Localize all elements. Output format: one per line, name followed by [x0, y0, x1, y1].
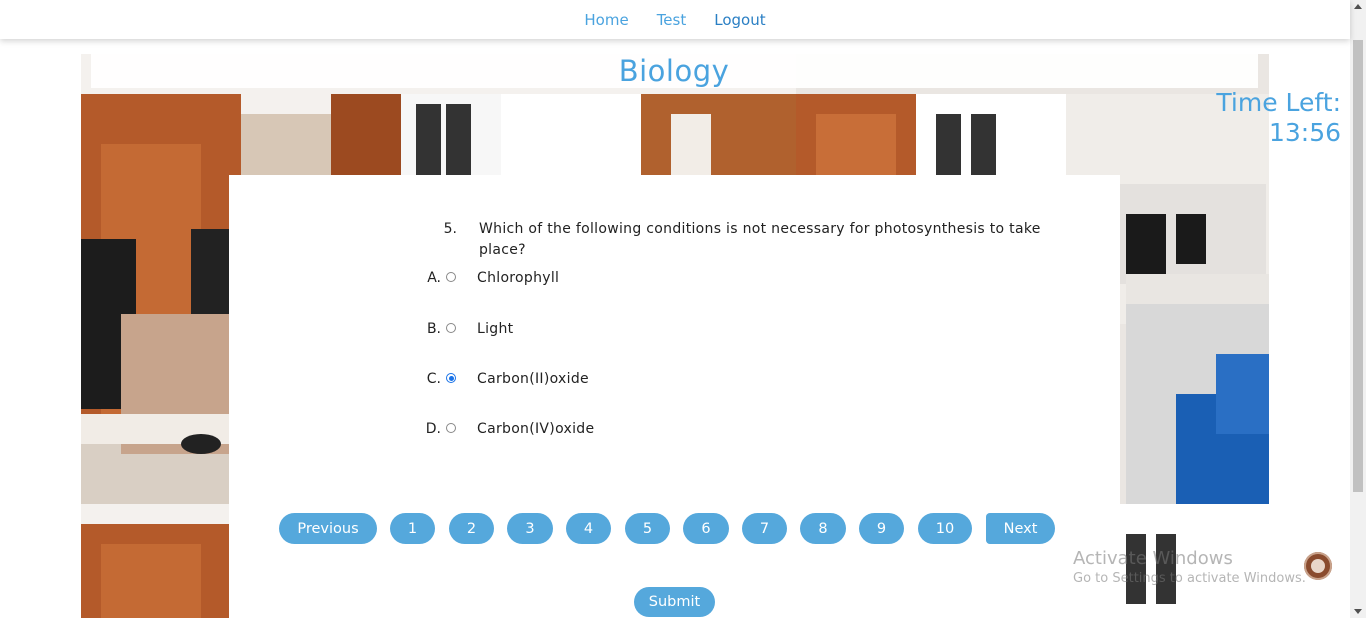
option-letter: B. — [426, 321, 441, 337]
question-panel: 5. Which of the following conditions is … — [229, 175, 1120, 618]
page-button-9[interactable]: 9 — [859, 513, 904, 544]
option-d-radio[interactable] — [446, 423, 456, 433]
option-letter: D. — [425, 421, 441, 437]
option-a-radio[interactable] — [446, 272, 456, 282]
page-button-4[interactable]: 4 — [566, 513, 611, 544]
timer-label: Time Left: — [1216, 88, 1341, 117]
page-button-1[interactable]: 1 — [390, 513, 435, 544]
scroll-up-arrow-icon[interactable] — [1354, 4, 1362, 9]
option-text: Chlorophyll — [477, 270, 560, 286]
top-nav: Home Test Logout — [0, 0, 1350, 39]
option-c[interactable]: C. Carbon(II)oxide — [409, 369, 1009, 389]
option-text: Carbon(II)oxide — [477, 371, 589, 387]
option-d[interactable]: D. Carbon(IV)oxide — [409, 419, 1009, 439]
submit-button[interactable]: Submit — [634, 587, 715, 617]
nav-logout-link[interactable]: Logout — [714, 11, 765, 29]
option-a[interactable]: A. Chlorophyll — [409, 268, 1009, 288]
option-b[interactable]: B. Light — [409, 319, 1009, 339]
page-button-5[interactable]: 5 — [625, 513, 670, 544]
subject-title: Biology — [0, 54, 1366, 88]
page-button-3[interactable]: 3 — [507, 513, 553, 544]
page-button-6[interactable]: 6 — [683, 513, 729, 544]
option-c-radio[interactable] — [446, 373, 456, 383]
subject-title-text: Biology — [618, 54, 730, 88]
question-number: 5. — [443, 221, 457, 237]
next-button[interactable]: Next — [986, 513, 1055, 544]
page-button-8[interactable]: 8 — [800, 513, 846, 544]
watermark-title: Activate Windows — [1073, 548, 1233, 569]
question-pagination: Previous 1 2 3 4 5 6 7 8 9 10 Next — [279, 513, 1105, 544]
watermark-subtitle: Go to Settings to activate Windows. — [1073, 571, 1306, 586]
scroll-down-arrow-icon[interactable] — [1354, 609, 1362, 614]
timer-value: 13:56 — [1268, 118, 1341, 147]
option-letter: C. — [426, 371, 441, 387]
scroll-thumb[interactable] — [1353, 40, 1363, 492]
option-text: Light — [477, 321, 514, 337]
option-text: Carbon(IV)oxide — [477, 421, 595, 437]
page-button-2[interactable]: 2 — [449, 513, 494, 544]
page-scrollbar[interactable] — [1350, 0, 1366, 618]
option-letter: A. — [427, 270, 441, 286]
chat-widget-icon[interactable] — [1304, 552, 1332, 580]
previous-button[interactable]: Previous — [279, 513, 377, 544]
activate-windows-watermark: Activate Windows Go to Settings to activ… — [1073, 548, 1306, 586]
nav-test-link[interactable]: Test — [657, 11, 687, 29]
page-button-7[interactable]: 7 — [742, 513, 787, 544]
question-text: Which of the following conditions is not… — [479, 221, 1041, 258]
nav-home-link[interactable]: Home — [584, 11, 628, 29]
option-b-radio[interactable] — [446, 323, 456, 333]
page-button-10[interactable]: 10 — [918, 513, 972, 544]
countdown-timer: Time Left: 13:56 — [1216, 88, 1341, 148]
question-row: 5. Which of the following conditions is … — [429, 219, 1049, 261]
